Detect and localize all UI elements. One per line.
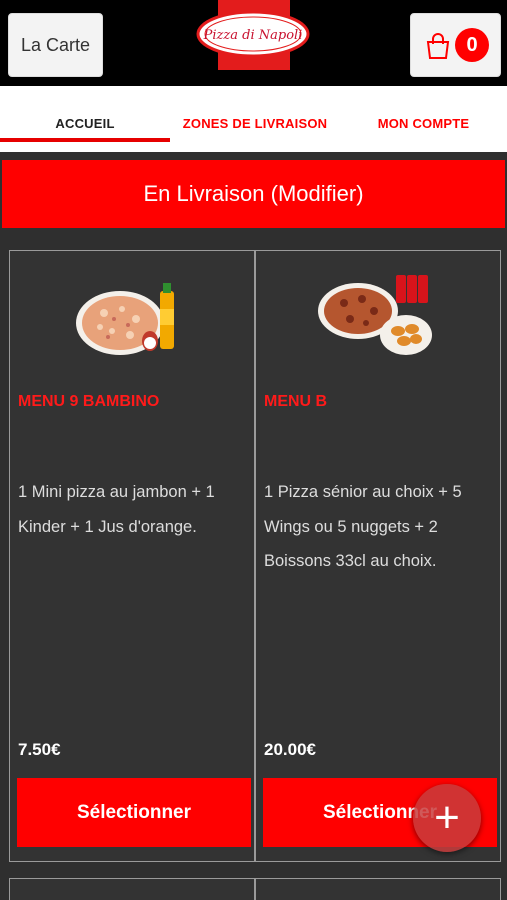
product-title: MENU 9 BAMBINO [18, 393, 160, 410]
svg-text:Pizza di Napoli: Pizza di Napoli [203, 28, 303, 43]
main-tabs: ACCUEIL ZONES DE LIVRAISON MON COMPTE [0, 86, 507, 142]
pizza-cans-wings-image [318, 275, 432, 355]
tab-accueil[interactable]: ACCUEIL [0, 116, 170, 131]
pizza-kinder-juice-image [76, 283, 174, 355]
delivery-mode-button[interactable]: En Livraison (Modifier) [2, 160, 505, 228]
product-card-partial [9, 878, 255, 900]
product-card: MENU 9 BAMBINO 1 Mini pizza au jambon + … [9, 250, 255, 862]
product-title: MENU B [264, 393, 328, 410]
la-carte-button[interactable]: La Carte [8, 13, 103, 77]
cart-button[interactable]: 0 [410, 13, 501, 77]
product-description: 1 Pizza sénior au choix + 5 Wings ou 5 n… [264, 483, 462, 570]
tab-mon-compte[interactable]: MON COMPTE [340, 116, 507, 131]
shopping-bag-icon [426, 33, 450, 59]
product-description: 1 Mini pizza au jambon + 1 Kinder + 1 Ju… [18, 483, 215, 536]
active-tab-indicator [0, 138, 170, 142]
select-button[interactable]: Sélectionner [17, 778, 251, 847]
product-card: MENU B 1 Pizza sénior au choix + 5 Wings… [255, 250, 501, 862]
product-price: 7.50€ [18, 740, 61, 759]
tab-zones-de-livraison[interactable]: ZONES DE LIVRAISON [170, 116, 340, 131]
product-card-partial [255, 878, 501, 900]
product-price: 20.00€ [264, 740, 316, 759]
pizza-di-napoli-logo[interactable]: Pizza di Napoli [196, 10, 310, 58]
app-header: La Carte Pizza di Napoli 0 [0, 0, 507, 86]
cart-count-badge: 0 [455, 28, 489, 62]
plus-icon[interactable]: + [413, 784, 481, 852]
